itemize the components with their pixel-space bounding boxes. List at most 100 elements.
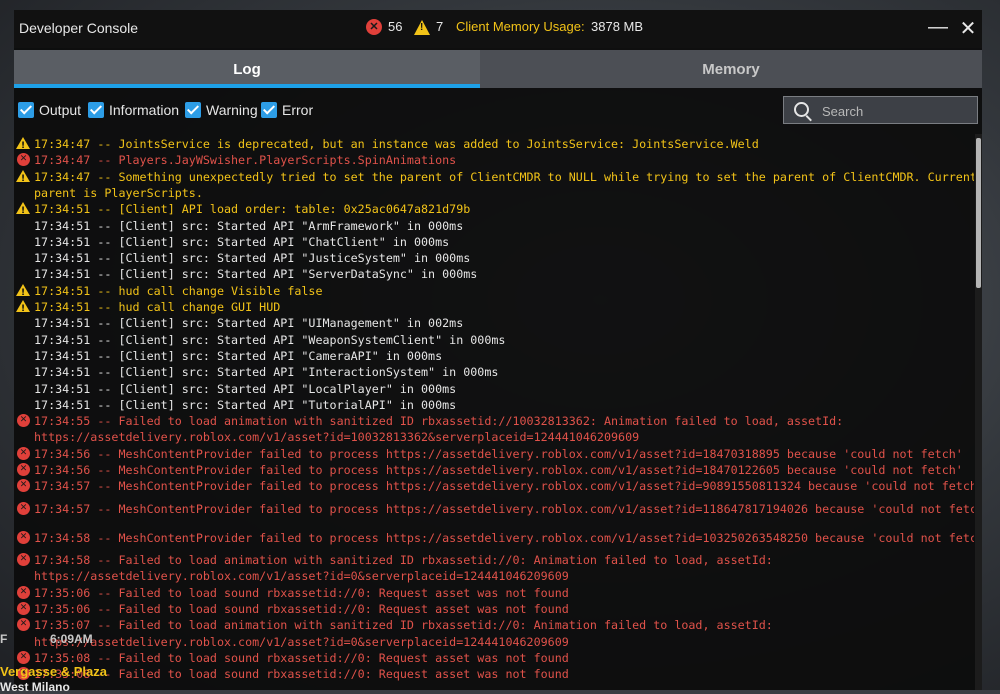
log-entry-output: 17:34:51 -- [Client] src: Started API "C…	[14, 348, 974, 364]
log-entry-output: 17:34:51 -- [Client] src: Started API "W…	[14, 332, 974, 348]
log-entry-text: 17:34:51 -- [Client] src: Started API "T…	[34, 397, 457, 412]
scrollbar-thumb[interactable]	[976, 138, 981, 288]
log-entry-text: 17:34:51 -- [Client] src: Started API "A…	[34, 218, 464, 233]
log-entry-text: 17:34:51 -- [Client] src: Started API "L…	[34, 381, 457, 396]
log-entry-warning: ! 17:34:51 -- hud call change Visible fal…	[14, 283, 974, 299]
log-entry-text: 17:34:51 -- [Client] src: Started API "C…	[34, 348, 443, 363]
filter-error-label: Error	[282, 102, 314, 118]
log-entry-text: 17:34:51 -- hud call change Visible fals…	[34, 283, 323, 298]
warning-count: 7	[436, 19, 444, 34]
log-entry-text: 17:34:55 -- Failed to load animation wit…	[34, 414, 844, 445]
log-entry-text: 17:34:47 -- Players.JayWSwisher.PlayerSc…	[34, 153, 457, 168]
log-entry-output: 17:34:51 -- [Client] src: Started API "C…	[14, 234, 974, 250]
filter-information-label: Information	[109, 102, 180, 118]
error-icon: ✕	[17, 553, 30, 567]
error-icon: ✕	[17, 602, 30, 616]
error-icon: ✕	[17, 501, 30, 515]
warning-icon: !	[16, 283, 30, 298]
log-entry-error: ✕ 17:35:06 -- Failed to load sound rbxass…	[14, 601, 974, 617]
error-icon: ✕	[17, 530, 30, 544]
log-entry-text: 17:34:57 -- MeshContentProvider failed t…	[34, 479, 974, 494]
search-box[interactable]	[783, 96, 978, 124]
console-title: Developer Console	[19, 20, 139, 36]
log-entry-text: 17:34:51 -- [Client] src: Started API "S…	[34, 267, 478, 282]
warning-icon: !	[16, 300, 30, 314]
filter-error[interactable]: Error	[261, 102, 313, 122]
warning-icon: !	[16, 169, 30, 184]
checkbox-checked-icon[interactable]	[88, 102, 104, 118]
checkbox-checked-icon[interactable]	[261, 102, 277, 118]
log-entry-warning: ! 17:34:51 -- [Client] API load order: ta…	[14, 201, 974, 217]
error-icon: ✕	[17, 153, 30, 167]
log-entry-error: ✕ 17:34:55 -- Failed to load animation wi…	[14, 413, 974, 446]
filter-warning[interactable]: Warning	[185, 102, 258, 122]
log-entry-output: 17:34:51 -- [Client] src: Started API "L…	[14, 381, 974, 397]
log-entry-text: 17:34:51 -- [Client] src: Started API "W…	[34, 332, 506, 347]
filter-output-label: Output	[39, 102, 82, 118]
error-icon: ✕	[17, 585, 30, 599]
log-entry-text: 17:34:51 -- [Client] src: Started API "J…	[34, 251, 471, 266]
log-entry-output: 17:34:51 -- [Client] src: Started API "I…	[14, 364, 974, 380]
tab-log[interactable]: Log	[14, 50, 480, 88]
hud-clock: 6:09AM	[50, 632, 93, 646]
log-entry-error: ✕ 17:34:47 -- Players.JayWSwisher.PlayerS…	[14, 152, 974, 168]
log-entry-text: 17:34:51 -- hud call change GUI HUD	[34, 300, 281, 314]
log-entry-text: 17:34:58 -- Failed to load animation wit…	[34, 553, 773, 584]
log-entry-error: ✕ 17:35:06 -- Failed to load sound rbxass…	[14, 585, 974, 601]
error-icon: ✕	[366, 19, 382, 35]
game-hud: F 6:09AM Vergasse & Plaza West Milano	[0, 628, 300, 694]
hud-location-street: Vergasse & Plaza	[0, 664, 107, 679]
log-scrollbar[interactable]	[975, 134, 982, 690]
log-entry-error: ✕ 17:34:58 -- MeshContentProvider failed …	[14, 530, 974, 546]
search-input[interactable]	[820, 101, 974, 121]
tab-memory[interactable]: Memory	[480, 50, 982, 88]
log-entry-text: 17:35:06 -- Failed to load sound rbxasse…	[34, 602, 569, 617]
error-icon: ✕	[17, 463, 30, 476]
warning-icon: !	[414, 20, 430, 35]
memory-value: 3878 MB	[591, 19, 644, 34]
hud-letter: F	[0, 632, 8, 646]
error-count: 56	[388, 19, 403, 34]
minimize-button[interactable]: —	[926, 16, 950, 39]
log-entry-error: ✕ 17:34:57 -- MeshContentProvider failed …	[14, 501, 974, 517]
log-entry-error: ✕ 17:34:58 -- Failed to load animation wi…	[14, 552, 974, 585]
log-entry-text: 17:34:56 -- MeshContentProvider failed t…	[34, 446, 963, 461]
close-button[interactable]: ✕	[956, 16, 980, 41]
filter-output[interactable]: Output	[18, 102, 81, 122]
log-entry-text: 17:35:06 -- Failed to load sound rbxasse…	[34, 585, 569, 600]
checkbox-checked-icon[interactable]	[185, 102, 201, 118]
developer-console: Developer Console ✕ 56 ! 7 Client Memory…	[14, 10, 982, 690]
log-entry-output: 17:34:51 -- [Client] src: Started API "A…	[14, 218, 974, 234]
log-entry-text: 17:34:56 -- MeshContentProvider failed t…	[34, 463, 963, 477]
log-entry-text: 17:34:51 -- [Client] API load order: tab…	[34, 202, 471, 217]
log-entry-warning: ! 17:34:47 -- Something unexpectedly trie…	[14, 169, 974, 202]
log-entry-text: 17:34:47 -- Something unexpectedly tried…	[34, 169, 974, 200]
log-entry-text: 17:34:51 -- [Client] src: Started API "I…	[34, 365, 499, 380]
log-entry-text: 17:34:51 -- [Client] src: Started API "C…	[34, 234, 450, 249]
log-entry-text: 17:34:57 -- MeshContentProvider failed t…	[34, 501, 974, 516]
log-entry-error: ✕ 17:34:56 -- MeshContentProvider failed …	[14, 446, 974, 462]
log-entry-text: 17:34:51 -- [Client] src: Started API "U…	[34, 316, 464, 331]
error-icon: ✕	[17, 414, 30, 428]
memory-label: Client Memory Usage:	[456, 19, 585, 34]
console-titlebar: Developer Console ✕ 56 ! 7 Client Memory…	[14, 10, 982, 48]
log-entry-output: 17:34:51 -- [Client] src: Started API "U…	[14, 315, 974, 331]
filter-warning-label: Warning	[206, 102, 258, 118]
warning-icon: !	[16, 202, 30, 216]
log-entry-warning: ! 17:34:51 -- hud call change GUI HUD	[14, 299, 974, 315]
log-entry-error: ✕ 17:34:56 -- MeshContentProvider failed …	[14, 462, 974, 478]
error-icon: ✕	[17, 479, 30, 493]
filter-information[interactable]: Information	[88, 102, 179, 122]
log-list[interactable]: ! 17:34:47 -- JointsService is deprecated…	[14, 134, 976, 690]
log-entry-output: 17:34:51 -- [Client] src: Started API "J…	[14, 250, 974, 266]
error-icon: ✕	[17, 446, 30, 460]
hud-location-district: West Milano	[0, 680, 70, 694]
log-entry-output: 17:34:51 -- [Client] src: Started API "T…	[14, 397, 974, 413]
log-entry-text: 17:34:47 -- JointsService is deprecated,…	[34, 137, 759, 151]
console-tabs: Log Memory	[14, 50, 982, 88]
log-entry-output: 17:34:51 -- [Client] src: Started API "S…	[14, 266, 974, 282]
search-icon	[794, 102, 809, 117]
log-entry-warning: ! 17:34:47 -- JointsService is deprecated…	[14, 136, 974, 152]
checkbox-checked-icon[interactable]	[18, 102, 34, 118]
warning-icon: !	[16, 137, 30, 151]
